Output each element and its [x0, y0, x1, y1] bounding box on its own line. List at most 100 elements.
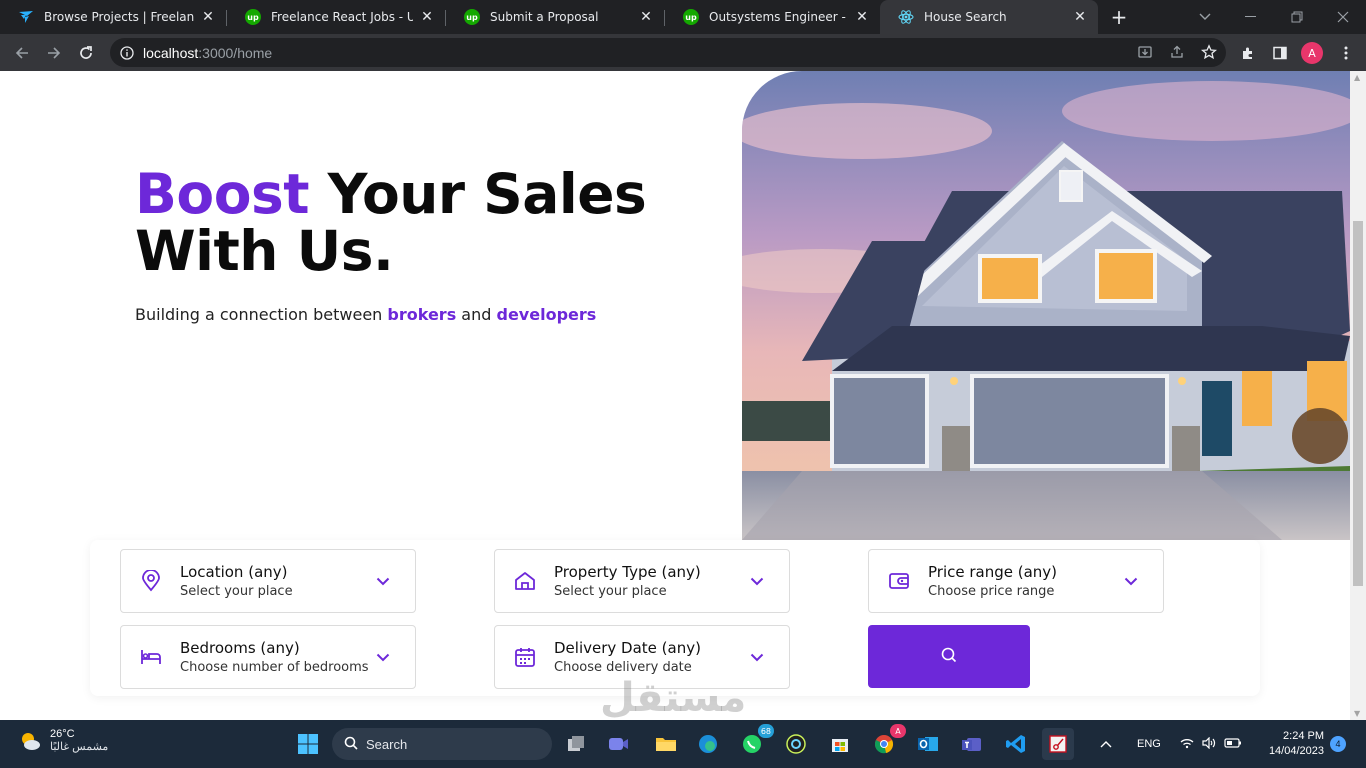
hero-title-line2: With Us. [135, 219, 394, 283]
tab-house-search[interactable]: House Search ✕ [880, 0, 1098, 34]
close-icon[interactable]: ✕ [638, 9, 654, 25]
url-text: localhost:3000/home [143, 44, 273, 61]
address-bar[interactable]: localhost:3000/home [110, 38, 1226, 67]
developers-highlight: developers [496, 305, 597, 324]
new-tab-button[interactable]: + [1108, 5, 1130, 29]
hero-title-line1: Your Sales [309, 162, 647, 226]
field-placeholder: Choose delivery date [554, 659, 692, 675]
bookmark-star-icon[interactable] [1200, 43, 1218, 61]
share-icon[interactable] [1168, 43, 1186, 61]
teams-chat-icon[interactable] [602, 728, 634, 760]
upwork-icon: up [245, 9, 261, 25]
house-icon [514, 570, 536, 592]
hero-title: Boost Your Sales With Us. [135, 166, 647, 283]
upwork-icon: up [683, 9, 699, 25]
minimize-icon[interactable] [1228, 0, 1274, 34]
windows-taskbar: 26°C مشمس غالبًا Search 68 A ENG 2:24 PM… [0, 720, 1366, 768]
page-scrollbar[interactable]: ▲ ▼ [1350, 71, 1366, 720]
search-icon [344, 735, 358, 754]
hero-house-image [742, 71, 1350, 540]
teams-icon[interactable] [956, 728, 988, 760]
weather-temperature: 26°C [50, 728, 75, 740]
back-arrow-icon[interactable] [10, 41, 34, 65]
weather-condition: مشمس غالبًا [50, 741, 109, 753]
scrollbar-thumb[interactable] [1353, 221, 1363, 586]
watermark-logo: مستقل [600, 675, 747, 720]
reload-icon[interactable] [74, 41, 98, 65]
field-label: Property Type (any) [554, 562, 701, 581]
property-type-dropdown[interactable]: Property Type (any) Select your place [494, 549, 790, 613]
clock-date: 14/04/2023 [1268, 745, 1324, 757]
vscode-icon[interactable] [1000, 728, 1032, 760]
tab-title: Freelance React Jobs - Upwo [271, 10, 413, 24]
windows-start-icon[interactable] [292, 728, 324, 760]
close-icon[interactable]: ✕ [1072, 9, 1088, 25]
chrome-profile-badge: A [890, 724, 906, 738]
field-placeholder: Choose number of bedrooms [180, 659, 369, 675]
clock-time: 2:24 PM [1283, 730, 1324, 742]
browser-toolbar: localhost:3000/home A [0, 34, 1366, 71]
field-placeholder: Select your place [180, 583, 293, 599]
volume-icon [1202, 736, 1216, 752]
field-label: Location (any) [180, 562, 288, 581]
install-app-icon[interactable] [1136, 43, 1154, 61]
microsoft-store-icon[interactable] [824, 728, 856, 760]
tab-search-icon[interactable] [1182, 0, 1228, 34]
search-icon [940, 646, 958, 668]
field-label: Bedrooms (any) [180, 638, 300, 657]
freelancer-icon [18, 9, 34, 25]
weather-widget[interactable]: 26°C مشمس غالبًا [18, 728, 108, 753]
forward-arrow-icon[interactable] [42, 41, 66, 65]
field-label: Price range (any) [928, 562, 1058, 581]
edge-icon[interactable] [692, 728, 724, 760]
close-icon[interactable]: ✕ [419, 9, 435, 25]
outlook-icon[interactable] [912, 728, 944, 760]
battery-icon [1224, 737, 1242, 751]
upwork-icon: up [464, 9, 480, 25]
extensions-icon[interactable] [1236, 41, 1260, 65]
tab-freelancer[interactable]: Browse Projects | Freelancer ✕ [0, 0, 226, 34]
tab-title: House Search [924, 10, 1007, 24]
partly-sunny-icon [18, 729, 42, 753]
hero-title-accent: Boost [135, 162, 310, 226]
show-hidden-icons[interactable] [1100, 720, 1112, 768]
chevron-down-icon [1123, 573, 1139, 589]
chrome-menu-icon[interactable] [1334, 41, 1358, 65]
whatsapp-icon[interactable]: 68 [736, 724, 774, 760]
wifi-icon [1180, 737, 1194, 752]
window-close-icon[interactable] [1320, 0, 1366, 34]
tab-title: Submit a Proposal [490, 10, 599, 24]
site-info-icon[interactable] [119, 45, 135, 61]
chevron-down-icon [749, 573, 765, 589]
obs-icon[interactable] [780, 728, 812, 760]
close-icon[interactable]: ✕ [200, 9, 216, 25]
chevron-down-icon [375, 573, 391, 589]
close-icon[interactable]: ✕ [854, 9, 870, 25]
input-language-indicator[interactable]: ENG [1137, 720, 1161, 768]
bed-icon [140, 646, 162, 668]
browser-tab-strip: Browse Projects | Freelancer ✕ up Freela… [0, 0, 1366, 34]
price-range-dropdown[interactable]: Price range (any) Choose price range [868, 549, 1164, 613]
side-panel-icon[interactable] [1268, 41, 1292, 65]
bedrooms-dropdown[interactable]: Bedrooms (any) Choose number of bedrooms [120, 625, 416, 689]
system-tray-status[interactable] [1180, 720, 1242, 768]
location-dropdown[interactable]: Location (any) Select your place [120, 549, 416, 613]
file-explorer-icon[interactable] [650, 728, 682, 760]
restore-icon[interactable] [1274, 0, 1320, 34]
system-clock[interactable]: 2:24 PM 14/04/2023 [1258, 729, 1324, 759]
tab-submit-proposal[interactable]: up Submit a Proposal ✕ [446, 0, 664, 34]
calendar-icon [514, 646, 536, 668]
task-view-icon[interactable] [560, 728, 592, 760]
profile-avatar[interactable]: A [1300, 41, 1324, 65]
notification-count-badge[interactable]: 4 [1330, 736, 1346, 752]
taskbar-search-box[interactable]: Search [332, 728, 552, 760]
chrome-icon[interactable]: A [868, 724, 906, 760]
tab-upwork-react-jobs[interactable]: up Freelance React Jobs - Upwo ✕ [227, 0, 445, 34]
tab-title: Outsystems Engineer - Web [709, 10, 848, 24]
page-viewport: Boost Your Sales With Us. Building a con… [0, 71, 1366, 720]
snipping-tool-icon[interactable] [1042, 728, 1074, 760]
scroll-down-arrow-icon[interactable]: ▼ [1354, 709, 1360, 718]
scroll-up-arrow-icon[interactable]: ▲ [1354, 73, 1360, 82]
search-button[interactable] [868, 625, 1030, 688]
tab-outsystems-engineer[interactable]: up Outsystems Engineer - Web ✕ [665, 0, 880, 34]
